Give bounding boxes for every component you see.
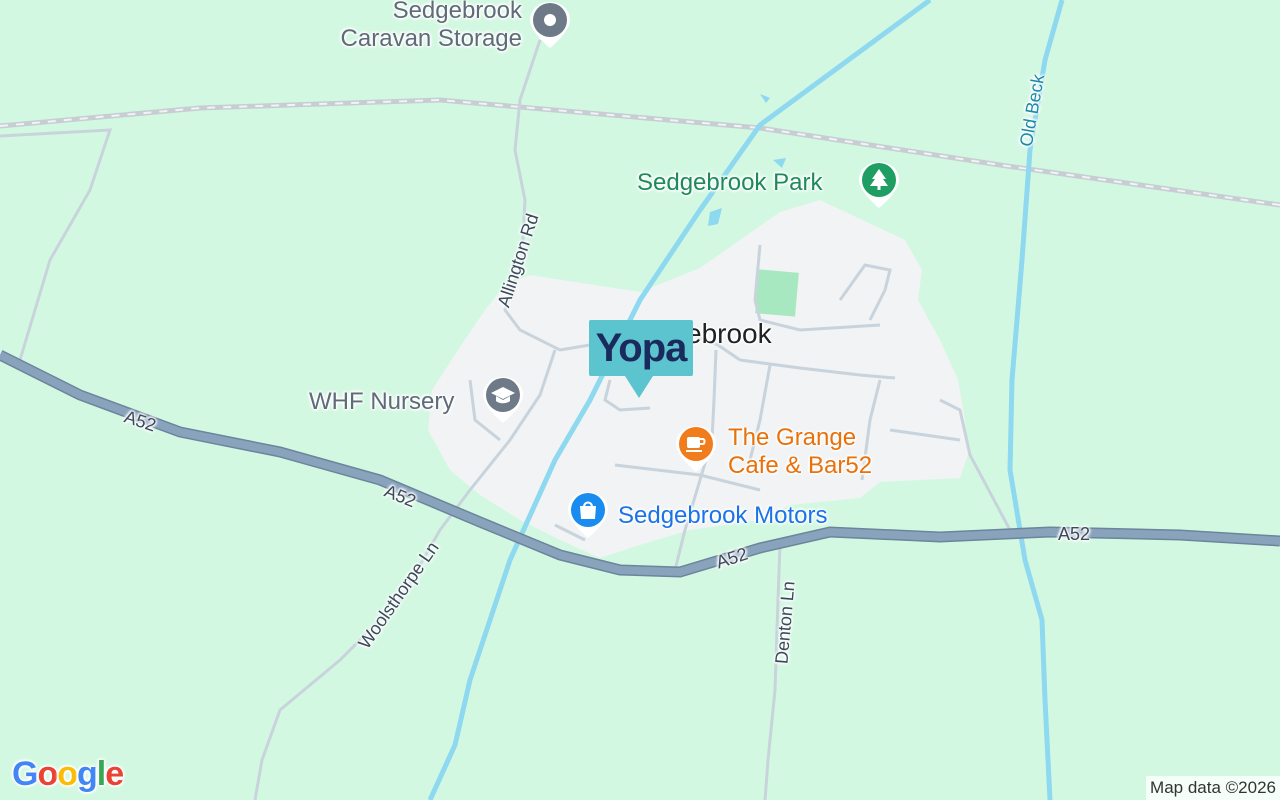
coffee-cup-icon[interactable] — [674, 424, 718, 479]
poi-cafe-label[interactable]: The Grange Cafe & Bar52 — [728, 424, 872, 480]
google-logo-letter: o — [57, 755, 78, 793]
tree-icon[interactable] — [857, 160, 901, 215]
sports-field — [755, 269, 799, 317]
google-logo-letter: G — [12, 755, 38, 793]
google-logo-letter: o — [37, 755, 58, 793]
yopa-brand-text: Yopa — [595, 326, 688, 370]
map-copyright: Map data ©2026 — [1146, 776, 1280, 800]
shopping-bag-icon[interactable] — [566, 490, 610, 545]
google-logo-letter: g — [77, 755, 98, 793]
poi-caravan-line1: Sedgebrook — [392, 0, 522, 24]
google-logo-text: Google — [12, 755, 124, 793]
pin-dot-icon[interactable] — [528, 0, 572, 55]
graduation-cap-icon[interactable] — [481, 375, 525, 430]
poi-motors-label[interactable]: Sedgebrook Motors — [618, 502, 827, 530]
poi-park-label[interactable]: Sedgebrook Park — [637, 169, 822, 197]
google-logo-letter: e — [105, 755, 124, 793]
poi-cafe-line1: The Grange — [728, 424, 857, 451]
poi-caravan-label[interactable]: Sedgebrook Caravan Storage — [316, 0, 522, 53]
yopa-location-marker[interactable]: Yopa — [589, 320, 693, 400]
google-logo-letter: l — [96, 755, 107, 793]
poi-caravan-line2: Caravan Storage — [340, 25, 522, 52]
poi-nursery-label[interactable]: WHF Nursery — [309, 388, 454, 416]
poi-cafe-line2: Cafe & Bar52 — [728, 452, 873, 479]
google-logo: Google — [12, 755, 124, 794]
village-name-label: ebrook — [686, 318, 772, 349]
road-label-a52: A52 — [1058, 524, 1091, 544]
